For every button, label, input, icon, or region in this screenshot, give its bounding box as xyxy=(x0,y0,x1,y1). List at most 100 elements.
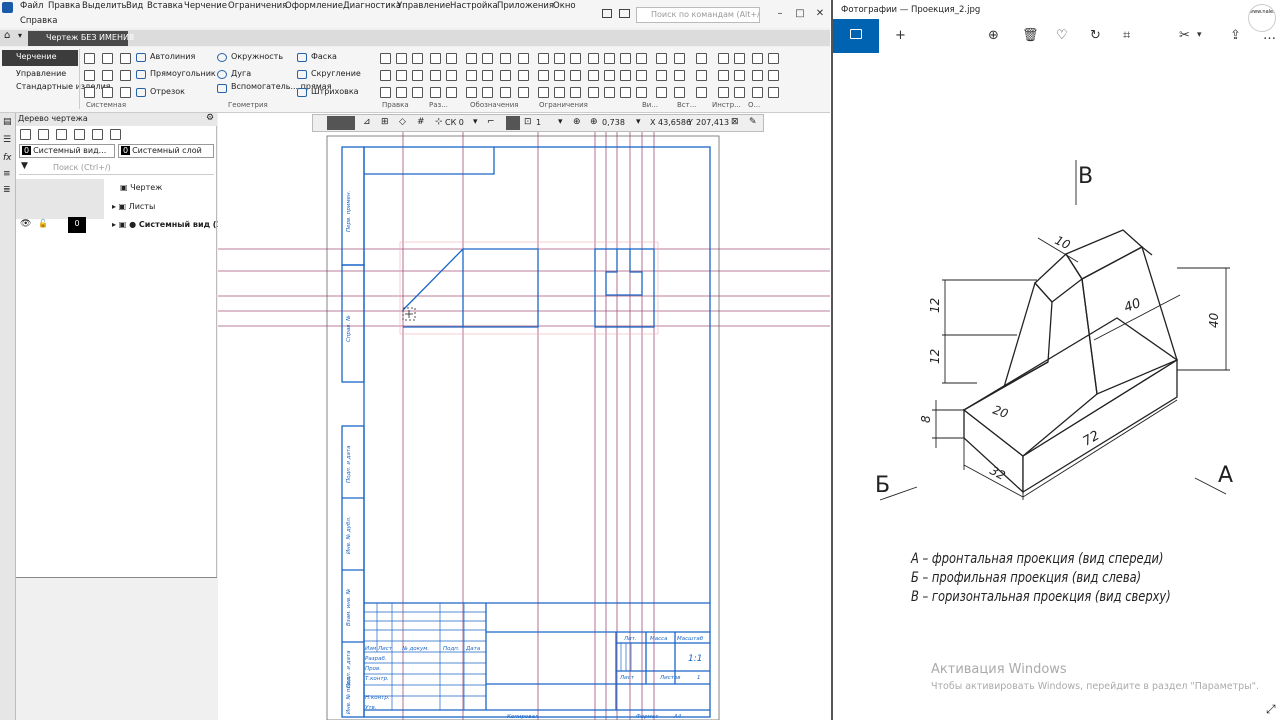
menu-file[interactable]: Файл xyxy=(20,1,43,11)
properties-icon[interactable]: ▤ xyxy=(3,117,12,127)
ribbon-tool-icon[interactable] xyxy=(620,70,631,81)
ribbon-tool-icon[interactable] xyxy=(102,87,113,98)
fullscreen-icon[interactable]: ⤢ xyxy=(1266,702,1276,717)
minimize-button[interactable]: – xyxy=(772,6,788,22)
menu-apps[interactable]: Приложения xyxy=(497,1,554,11)
ribbon-tool-icon[interactable] xyxy=(674,87,685,98)
menu-window[interactable]: Окно xyxy=(553,1,576,11)
measure-icon[interactable]: ⊿ xyxy=(363,117,371,127)
cs-select[interactable]: СК 0 xyxy=(445,118,464,127)
ribbon-tool-icon[interactable] xyxy=(446,87,457,98)
command-search-input[interactable]: Поиск по командам (Alt+/) xyxy=(636,7,760,23)
ribbon-tool-icon[interactable] xyxy=(696,53,707,64)
delete-icon[interactable]: 🗑 xyxy=(1022,28,1039,43)
ribbon-tool-icon[interactable] xyxy=(588,87,599,98)
menu-select[interactable]: Выделить xyxy=(82,1,127,11)
lock-icon[interactable]: 🔓 xyxy=(38,219,48,228)
grid-icon[interactable]: # xyxy=(417,117,425,127)
menu-drafting[interactable]: Черчение xyxy=(184,1,227,11)
tree-item-system-view[interactable]: ▸ ▣ ● Системный вид (1: xyxy=(112,220,225,229)
ribbon-tool-icon[interactable] xyxy=(412,53,423,64)
ribbon-tool-icon[interactable] xyxy=(636,53,647,64)
arc-button[interactable]: Дуга xyxy=(217,69,251,79)
ribbon-tool-icon[interactable] xyxy=(102,70,113,81)
filter-icon[interactable]: ▼ xyxy=(21,161,28,171)
ribbon-tool-icon[interactable] xyxy=(734,87,745,98)
chevron-down-icon[interactable]: ▾ xyxy=(473,117,478,127)
ribbon-tool-icon[interactable] xyxy=(500,87,511,98)
menu-constraints[interactable]: Ограничения xyxy=(228,1,287,11)
gear-icon[interactable]: ⚙ xyxy=(206,113,214,123)
ribbon-tool-icon[interactable] xyxy=(696,70,707,81)
rotate-icon[interactable]: ↻ xyxy=(1090,28,1101,43)
app-icon[interactable] xyxy=(2,2,13,13)
cursor-settings-icon[interactable]: ⊠ xyxy=(731,117,739,127)
menu-view[interactable]: Вид xyxy=(126,1,143,11)
ribbon-tool-icon[interactable] xyxy=(570,53,581,64)
ribbon-tool-icon[interactable] xyxy=(430,53,441,64)
tree-item-drawing[interactable]: ▣ Чертеж xyxy=(120,183,162,192)
menu-format[interactable]: Оформление xyxy=(285,1,343,11)
ribbon-tool-icon[interactable] xyxy=(482,87,493,98)
ribbon-tool-icon[interactable] xyxy=(518,87,529,98)
magnet-icon[interactable] xyxy=(506,116,520,130)
ribbon-tool-icon[interactable] xyxy=(102,53,113,64)
ribbon-tool-icon[interactable] xyxy=(120,87,131,98)
ribbon-tool-icon[interactable] xyxy=(554,87,565,98)
ribbon-tool-icon[interactable] xyxy=(380,87,391,98)
ribbon-tool-icon[interactable] xyxy=(466,53,477,64)
favorite-icon[interactable]: ♡ xyxy=(1056,28,1068,43)
chevron-down-icon[interactable]: ▾ xyxy=(18,31,22,40)
ribbon-tool-icon[interactable] xyxy=(604,53,615,64)
ribbon-tool-icon[interactable] xyxy=(120,53,131,64)
cs-icon[interactable]: ⊹ xyxy=(435,117,443,127)
drawing-canvas[interactable]: Перв. примен. Справ. № Подп. и дата Инв.… xyxy=(218,113,830,720)
snap-mode-icon[interactable] xyxy=(327,116,355,130)
ribbon-tool-icon[interactable] xyxy=(500,70,511,81)
edit-icon[interactable]: ✂ xyxy=(1179,28,1190,43)
ribbon-tool-icon[interactable] xyxy=(768,70,779,81)
menu-settings[interactable]: Настройка xyxy=(450,1,498,11)
tree-tool-icon[interactable] xyxy=(38,129,49,140)
ribbon-tool-icon[interactable] xyxy=(446,70,457,81)
ribbon-tool-icon[interactable] xyxy=(538,53,549,64)
view-image-button[interactable] xyxy=(833,19,879,53)
ribbon-tool-icon[interactable] xyxy=(734,70,745,81)
ortho-icon[interactable]: ◇ xyxy=(399,117,406,127)
tree-icon[interactable]: ☰ xyxy=(3,135,11,145)
ribbon-tool-icon[interactable] xyxy=(412,70,423,81)
share-icon[interactable]: ⇪ xyxy=(1230,28,1241,43)
eyedropper-icon[interactable]: ✎ xyxy=(749,117,757,127)
ribbon-tool-icon[interactable] xyxy=(396,87,407,98)
ribbon-tool-icon[interactable] xyxy=(396,70,407,81)
layers-icon[interactable]: ≡ xyxy=(3,169,11,179)
mode-drafting[interactable]: Черчение xyxy=(2,50,78,66)
layer-select[interactable]: 0 Системный слой xyxy=(118,144,214,158)
ribbon-tool-icon[interactable] xyxy=(500,53,511,64)
ribbon-tool-icon[interactable] xyxy=(656,87,667,98)
ribbon-tool-icon[interactable] xyxy=(656,70,667,81)
ribbon-tool-icon[interactable] xyxy=(620,53,631,64)
add-icon[interactable]: + xyxy=(895,28,906,43)
ribbon-tool-icon[interactable] xyxy=(380,53,391,64)
ribbon-tool-icon[interactable] xyxy=(588,53,599,64)
zoom-icon[interactable]: ⊕ xyxy=(988,28,999,43)
ribbon-tool-icon[interactable] xyxy=(466,87,477,98)
ribbon-tool-icon[interactable] xyxy=(636,70,647,81)
mode-manage[interactable]: Управление xyxy=(2,67,78,83)
step-icon[interactable]: ⊡ xyxy=(524,117,532,127)
ribbon-tool-icon[interactable] xyxy=(768,87,779,98)
ribbon-tool-icon[interactable] xyxy=(446,53,457,64)
menu-diagnostics[interactable]: Диагностика xyxy=(343,1,401,11)
ribbon-tool-icon[interactable] xyxy=(554,53,565,64)
ribbon-tool-icon[interactable] xyxy=(752,53,763,64)
ribbon-tool-icon[interactable] xyxy=(674,53,685,64)
ribbon-tool-icon[interactable] xyxy=(718,53,729,64)
ribbon-tool-icon[interactable] xyxy=(620,87,631,98)
ribbon-tool-icon[interactable] xyxy=(120,70,131,81)
ribbon-tool-icon[interactable] xyxy=(604,70,615,81)
hatch-button[interactable]: Штриховка xyxy=(297,87,359,97)
ribbon-tool-icon[interactable] xyxy=(430,70,441,81)
ribbon-tool-icon[interactable] xyxy=(84,53,95,64)
menu-insert[interactable]: Вставка xyxy=(147,1,183,11)
